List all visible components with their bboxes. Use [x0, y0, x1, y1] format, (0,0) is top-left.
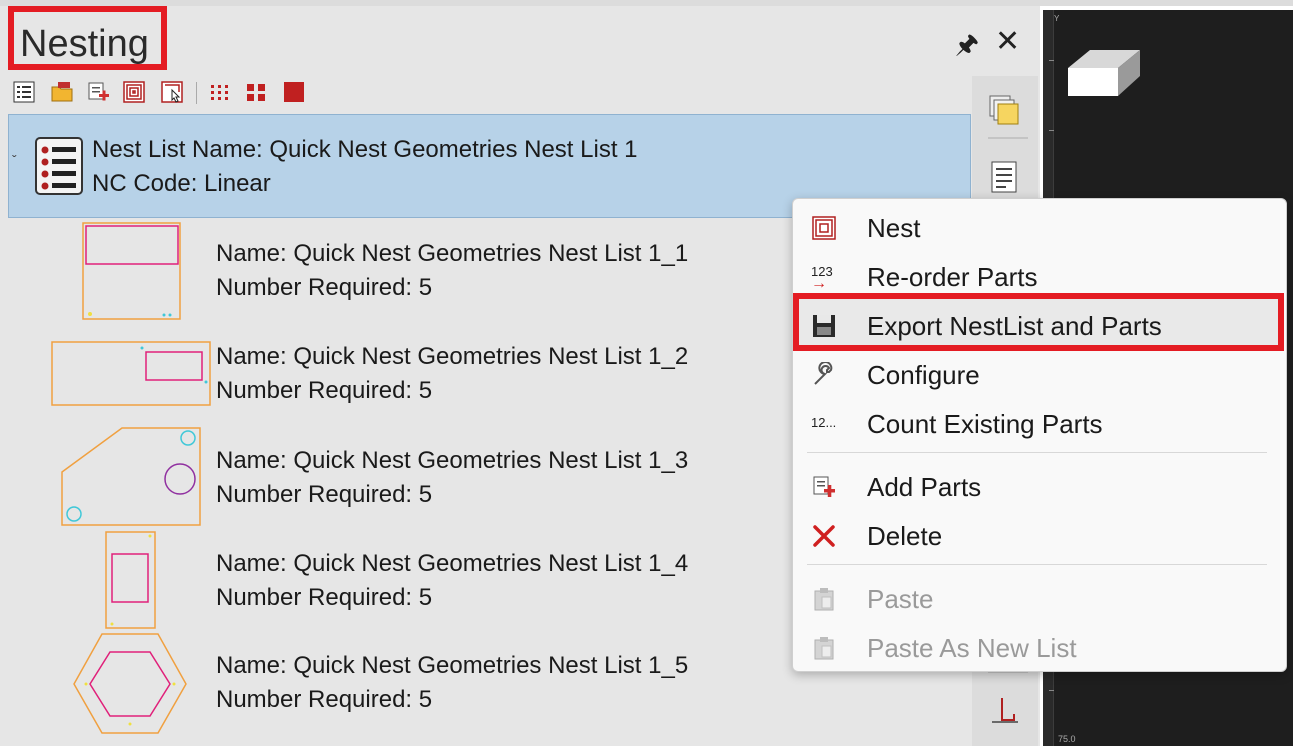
part-thumbnail[interactable] [82, 222, 182, 322]
stack-pages-icon[interactable] [988, 94, 1022, 128]
part-name: Name: Quick Nest Geometries Nest List 1_… [216, 240, 689, 267]
clipboard-icon [814, 588, 834, 611]
menu-separator [807, 452, 1267, 453]
part-thumbnail[interactable] [50, 340, 212, 408]
reorder-123-icon: 123 → [811, 264, 833, 292]
delete-x-icon [813, 525, 835, 547]
menu-item-configure[interactable]: Configure [793, 352, 1284, 396]
nest-pick-icon[interactable] [160, 80, 184, 104]
menu-item-export-nestlist[interactable]: Export NestList and Parts [793, 303, 1284, 347]
ruler-tick [1049, 690, 1054, 691]
menu-item-label: Paste [867, 584, 934, 614]
part-required: Number Required: 5 [216, 377, 433, 404]
menu-item-paste[interactable]: Paste [793, 576, 1284, 620]
part-name: Name: Quick Nest Geometries Nest List 1_… [216, 447, 689, 474]
side-divider [988, 672, 1028, 673]
ruler-tick [1049, 60, 1054, 61]
part-name: Name: Quick Nest Geometries Nest List 1_… [216, 652, 689, 679]
side-divider [988, 137, 1028, 139]
nest-list-name: Nest List Name: Quick Nest Geometries Ne… [92, 136, 638, 163]
axis-origin-icon[interactable] [988, 694, 1022, 728]
menu-item-label: Count Existing Parts [867, 409, 1103, 439]
count-12-icon: 12... [811, 415, 837, 430]
menu-item-label: Configure [867, 360, 980, 390]
part-required: Number Required: 5 [216, 481, 433, 508]
part-required: Number Required: 5 [216, 584, 433, 611]
context-menu: Nest 123 → Re-order Parts Export NestLis… [792, 198, 1287, 672]
menu-item-label: Re-order Parts [867, 262, 1038, 292]
save-disk-icon [813, 315, 835, 337]
solid-square-icon[interactable] [282, 80, 306, 104]
menu-item-paste-as-new-list[interactable]: Paste As New List [793, 625, 1284, 669]
add-parts-icon[interactable] [86, 80, 110, 104]
list-icon[interactable] [12, 80, 36, 104]
nest-list-nc-code: NC Code: Linear [92, 170, 271, 197]
nest-icon [812, 216, 836, 240]
menu-item-label: Nest [867, 213, 921, 243]
menu-item-nest[interactable]: Nest [793, 205, 1284, 249]
menu-item-delete[interactable]: Delete [793, 513, 1284, 557]
3d-block-icon [1068, 50, 1140, 96]
menu-item-count-existing[interactable]: 12... Count Existing Parts [793, 401, 1284, 445]
ruler-value-label: 75.0 [1058, 734, 1076, 744]
menu-item-label: Export NestList and Parts [867, 311, 1162, 341]
part-name: Name: Quick Nest Geometries Nest List 1_… [216, 550, 689, 577]
wrench-icon [814, 362, 833, 385]
menu-item-label: Delete [867, 521, 943, 551]
part-thumbnail[interactable] [104, 530, 158, 630]
medium-grid-icon[interactable] [244, 80, 268, 104]
part-thumbnail[interactable] [72, 632, 188, 736]
menu-separator [807, 564, 1267, 565]
open-folder-icon[interactable] [50, 80, 74, 104]
nest-icon[interactable] [122, 80, 146, 104]
part-required: Number Required: 5 [216, 274, 433, 301]
ruler-tick [1049, 130, 1054, 131]
part-name: Name: Quick Nest Geometries Nest List 1_… [216, 343, 689, 370]
report-list-icon[interactable] [988, 160, 1022, 194]
close-icon[interactable]: ✕ [995, 24, 1020, 59]
ruler-axis-label: Y [1054, 14, 1060, 23]
chevron-down-icon[interactable]: ˇ [12, 152, 17, 168]
nest-list-icon [35, 137, 83, 195]
part-required: Number Required: 5 [216, 686, 433, 713]
menu-item-add-parts[interactable]: Add Parts [793, 464, 1284, 508]
pin-icon[interactable]: 🖈 [955, 26, 979, 70]
small-grid-icon[interactable] [208, 80, 232, 104]
add-parts-icon [813, 476, 835, 497]
menu-item-label: Add Parts [867, 472, 982, 502]
panel-title: Nesting [20, 23, 149, 65]
part-thumbnail[interactable] [60, 426, 204, 528]
menu-item-reorder-parts[interactable]: 123 → Re-order Parts [793, 254, 1284, 298]
menu-item-label: Paste As New List [867, 633, 1077, 663]
clipboard-icon [814, 637, 834, 660]
